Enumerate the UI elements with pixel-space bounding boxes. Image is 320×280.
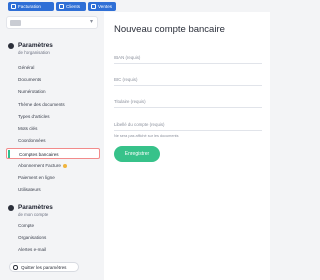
sidebar-item-numerotation[interactable]: Numérotation xyxy=(6,86,100,97)
tab-label: Ventes xyxy=(98,4,113,9)
sidebar-item-organizations[interactable]: Organisations xyxy=(6,232,100,243)
sidebar-item-subscription[interactable]: Abonnement Facture xyxy=(6,160,100,171)
invoice-icon xyxy=(11,4,16,9)
sidebar-item-general[interactable]: Général xyxy=(6,62,100,73)
building-icon xyxy=(8,43,14,49)
organization-logo xyxy=(10,20,21,26)
bic-field[interactable]: BIC (requis) xyxy=(114,74,262,86)
tab-ventes[interactable]: Ventes xyxy=(88,2,116,11)
bank-account-form: Nouveau compte bancaire IBAN (requis) BI… xyxy=(104,12,270,280)
sidebar-item-documents[interactable]: Documents xyxy=(6,74,100,85)
holder-field[interactable]: Titulaire (requis) xyxy=(114,96,262,108)
sidebar-item-label: Abonnement Facture xyxy=(18,163,61,168)
sidebar-item-email-alerts[interactable]: Alertes e-mail xyxy=(6,244,100,255)
tab-label: Facturation xyxy=(18,4,41,9)
sidebar-item-online-payment[interactable]: Paiement en ligne xyxy=(6,172,100,183)
page-title: Nouveau compte bancaire xyxy=(114,24,225,35)
exit-icon xyxy=(13,265,18,270)
account-label-field[interactable]: Libellé du compte (requis) xyxy=(114,119,262,131)
settings-sidebar: ▾ Paramètres de l'organisation Général D… xyxy=(0,12,104,280)
organization-selector[interactable]: ▾ xyxy=(6,16,98,29)
cart-icon xyxy=(91,4,96,9)
tab-facturation[interactable]: Facturation xyxy=(8,2,54,11)
sidebar-item-account[interactable]: Compte xyxy=(6,220,100,231)
sidebar-item-coordinates[interactable]: Coordonnées xyxy=(6,135,100,146)
section-title: Paramètres xyxy=(18,204,53,211)
save-button[interactable]: Enregistrer xyxy=(114,146,160,162)
notification-dot xyxy=(62,163,67,168)
tab-clients[interactable]: Clients xyxy=(56,2,86,11)
sidebar-item-bank-accounts[interactable]: Comptes bancaires xyxy=(6,148,100,159)
quit-settings-button[interactable]: Quitter les paramètres xyxy=(9,262,79,272)
chevron-down-icon: ▾ xyxy=(89,19,93,25)
section-subtitle: de l'organisation xyxy=(18,50,50,55)
sidebar-item-users[interactable]: Utilisateurs xyxy=(6,184,100,195)
users-icon xyxy=(59,4,64,9)
sidebar-item-article-types[interactable]: Types d'articles xyxy=(6,111,100,122)
button-label: Quitter les paramètres xyxy=(21,265,67,270)
iban-field[interactable]: IBAN (requis) xyxy=(114,52,262,64)
section-subtitle: de mon compte xyxy=(18,212,49,217)
top-navigation: Facturation Clients Ventes xyxy=(0,0,270,12)
field-hint: Ne sera pas affiché sur les documents xyxy=(114,134,179,138)
sidebar-item-keywords[interactable]: Mots clés xyxy=(6,123,100,134)
section-title: Paramètres xyxy=(18,42,53,49)
user-icon xyxy=(8,205,14,211)
sidebar-item-document-theme[interactable]: Thème des documents xyxy=(6,99,100,110)
tab-label: Clients xyxy=(66,4,81,9)
